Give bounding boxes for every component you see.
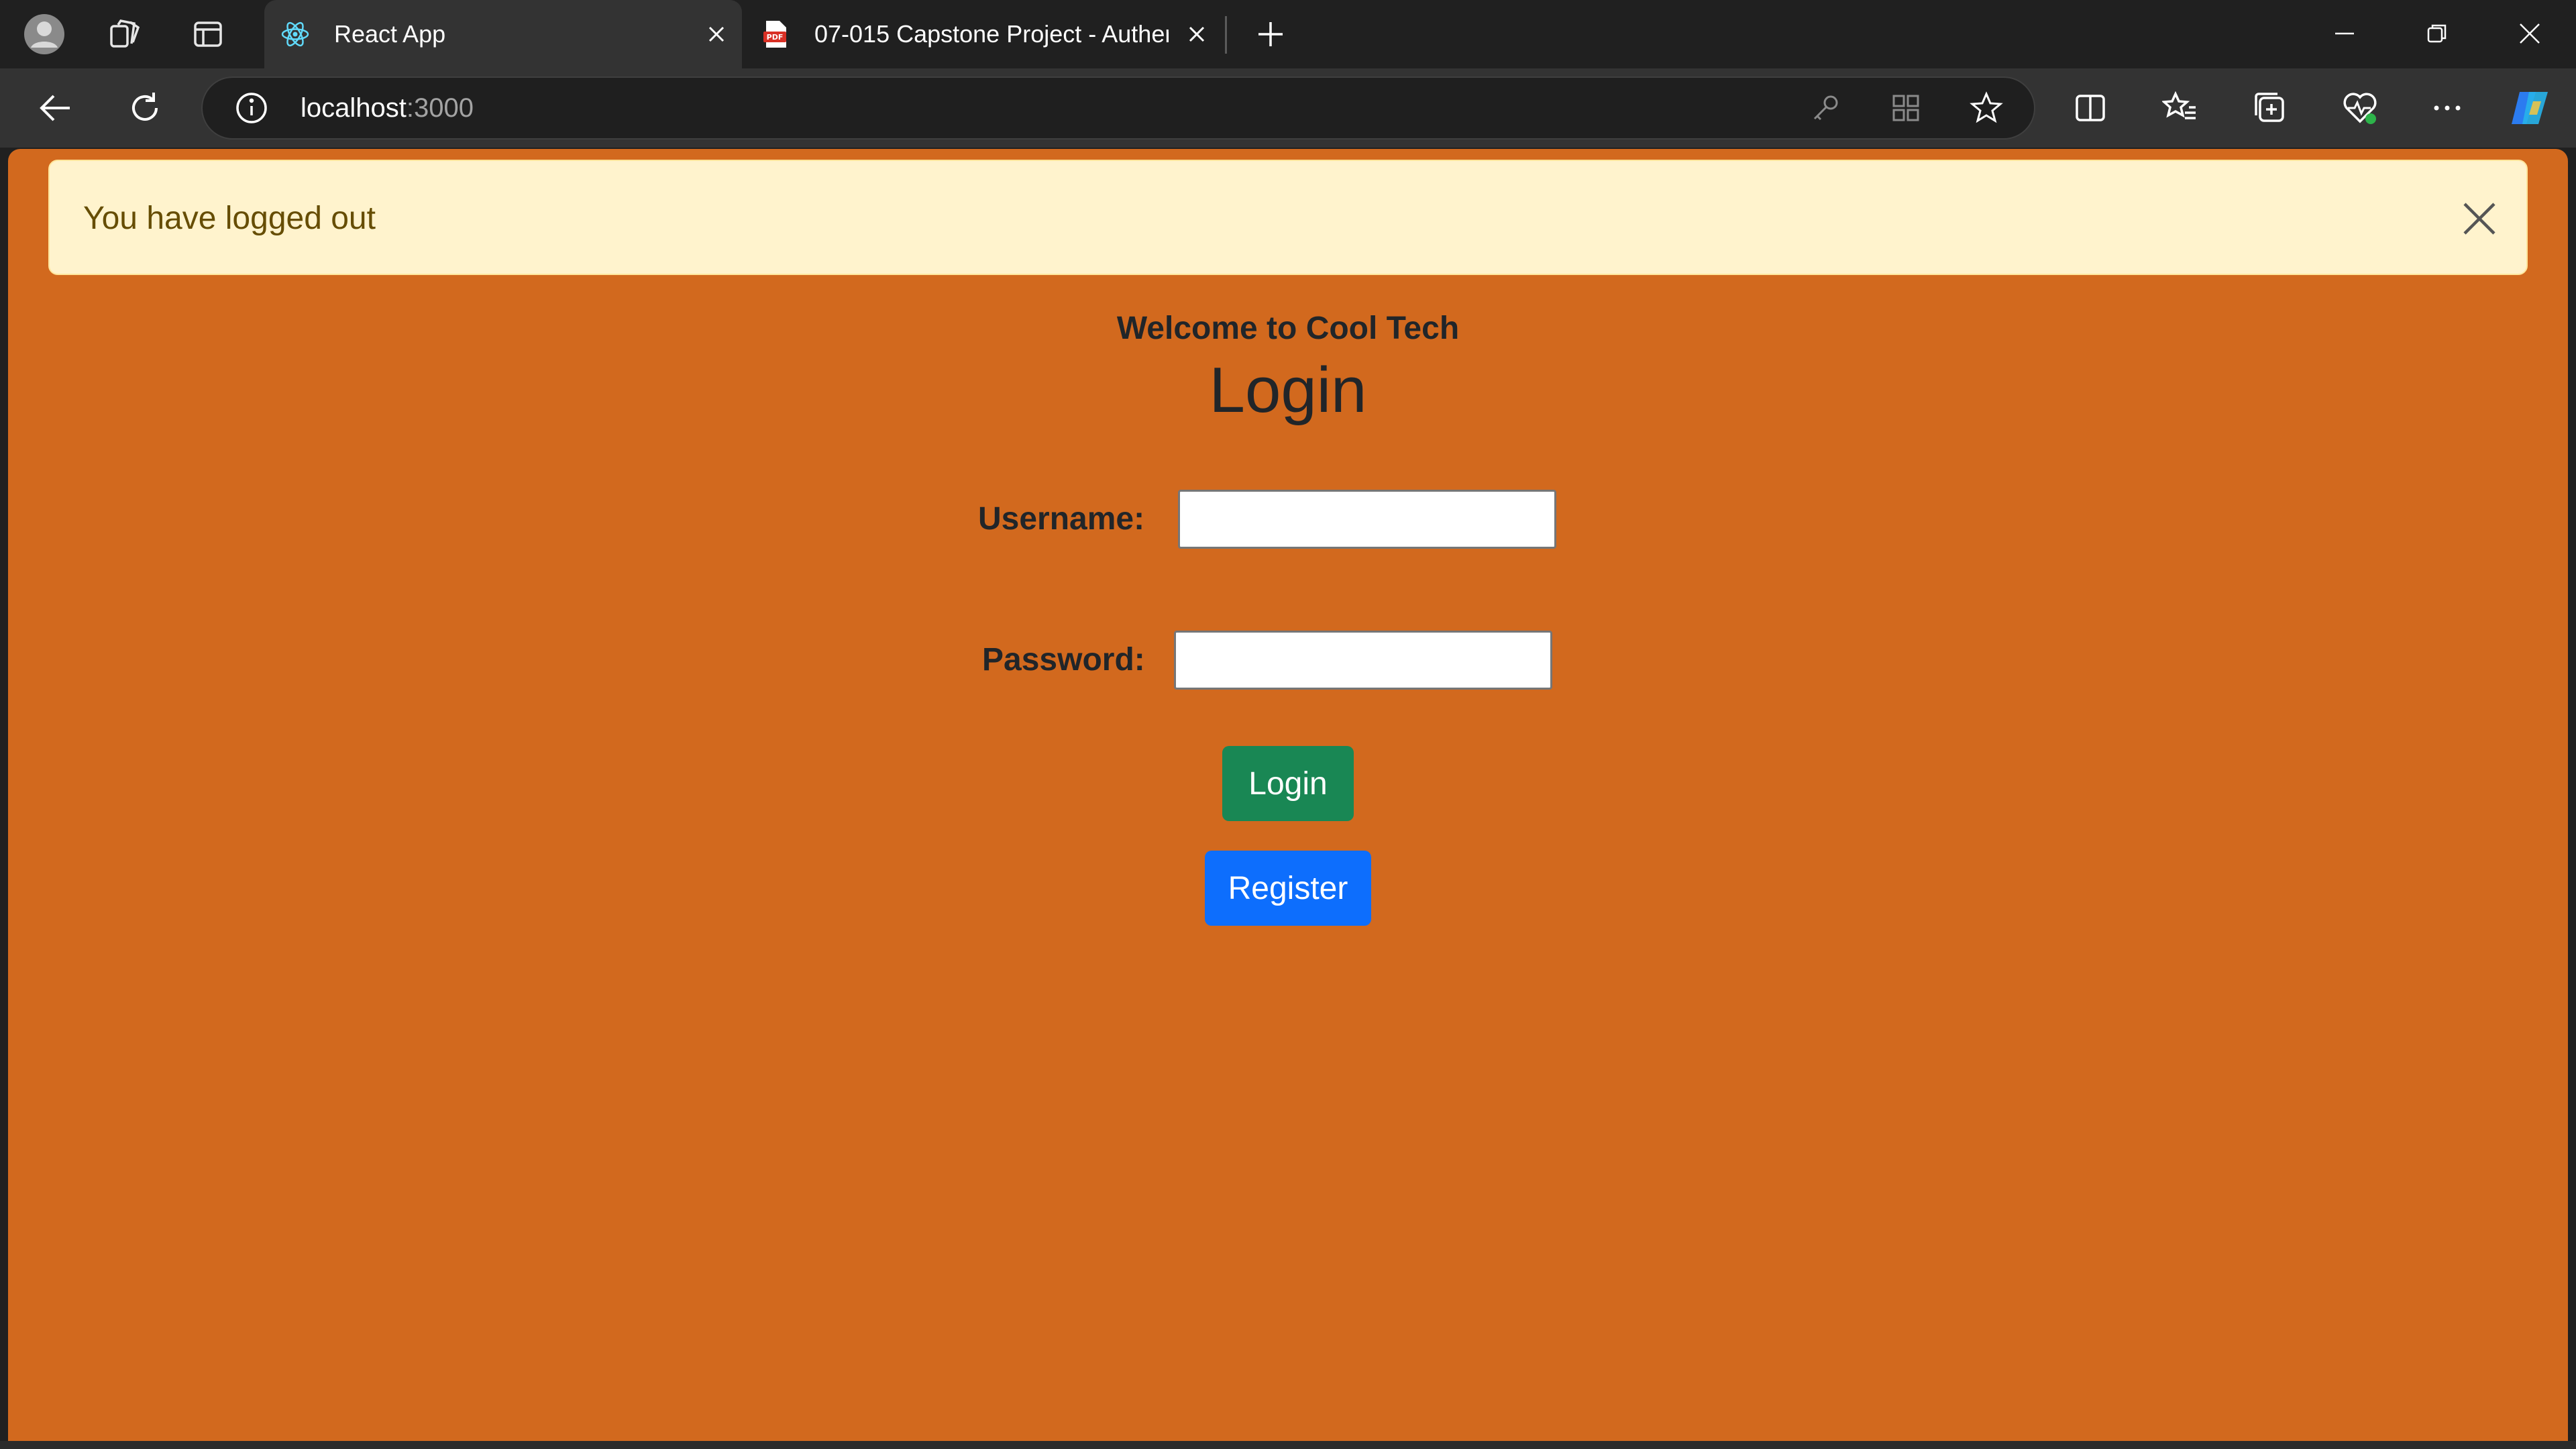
split-screen-icon[interactable] [2063,81,2117,135]
address-bar[interactable]: localhost:3000 [201,76,2035,140]
tab-separator [1225,16,1227,54]
site-info-icon[interactable] [229,86,274,130]
username-input[interactable] [1178,490,1556,549]
tab-title: React App [334,20,446,48]
page-viewport: You have logged out Welcome to Cool Tech… [8,149,2568,1441]
register-button[interactable]: Register [1205,851,1371,926]
password-label: Password: [982,642,1145,678]
browser-health-icon[interactable] [2333,81,2387,135]
tab-actions-icon[interactable] [182,9,233,60]
url-text[interactable]: localhost:3000 [301,78,474,138]
tab-react-app[interactable]: React App [264,0,742,68]
alert-message: You have logged out [83,201,376,236]
window-bottom-edge [0,1441,2576,1449]
profile-avatar-icon[interactable] [19,9,70,60]
password-input[interactable] [1174,631,1552,690]
url-host: localhost [301,93,407,123]
refresh-icon[interactable] [118,81,172,135]
page-title: Login [1209,354,1367,426]
browser-toolbar: localhost:3000 [0,68,2576,148]
restore-icon[interactable] [2391,0,2483,67]
new-tab-icon[interactable] [1245,9,1296,60]
login-button[interactable]: Login [1222,746,1354,821]
tab-title: 07-015 Capstone Project - Auther [814,20,1169,48]
close-tab-icon[interactable] [703,21,730,48]
close-alert-icon[interactable] [2459,199,2500,239]
close-window-icon[interactable] [2483,0,2576,67]
more-options-icon[interactable] [2420,81,2474,135]
tab-capstone-pdf[interactable]: PDF 07-015 Capstone Project - Auther [745,0,1222,68]
favorites-list-icon[interactable] [2153,81,2207,135]
logout-alert: You have logged out [48,160,2528,275]
svg-text:PDF: PDF [767,33,784,42]
pdf-icon: PDF [761,19,790,49]
app-available-icon[interactable] [1884,86,1928,130]
minimize-icon[interactable] [2298,0,2391,67]
back-arrow-icon[interactable] [28,81,82,135]
workspaces-icon[interactable] [99,9,150,60]
browser-tab-strip: React App PDF 07-015 Capstone Project - … [0,0,2576,68]
url-port: :3000 [406,93,474,123]
welcome-heading: Welcome to Cool Tech [1116,311,1460,346]
password-key-icon[interactable] [1803,86,1847,130]
favorite-star-icon[interactable] [1964,86,2008,130]
close-tab-icon[interactable] [1183,21,1210,48]
react-icon [280,19,310,49]
username-label: Username: [978,501,1145,537]
collections-icon[interactable] [2243,81,2297,135]
copilot-icon[interactable] [2504,81,2557,135]
